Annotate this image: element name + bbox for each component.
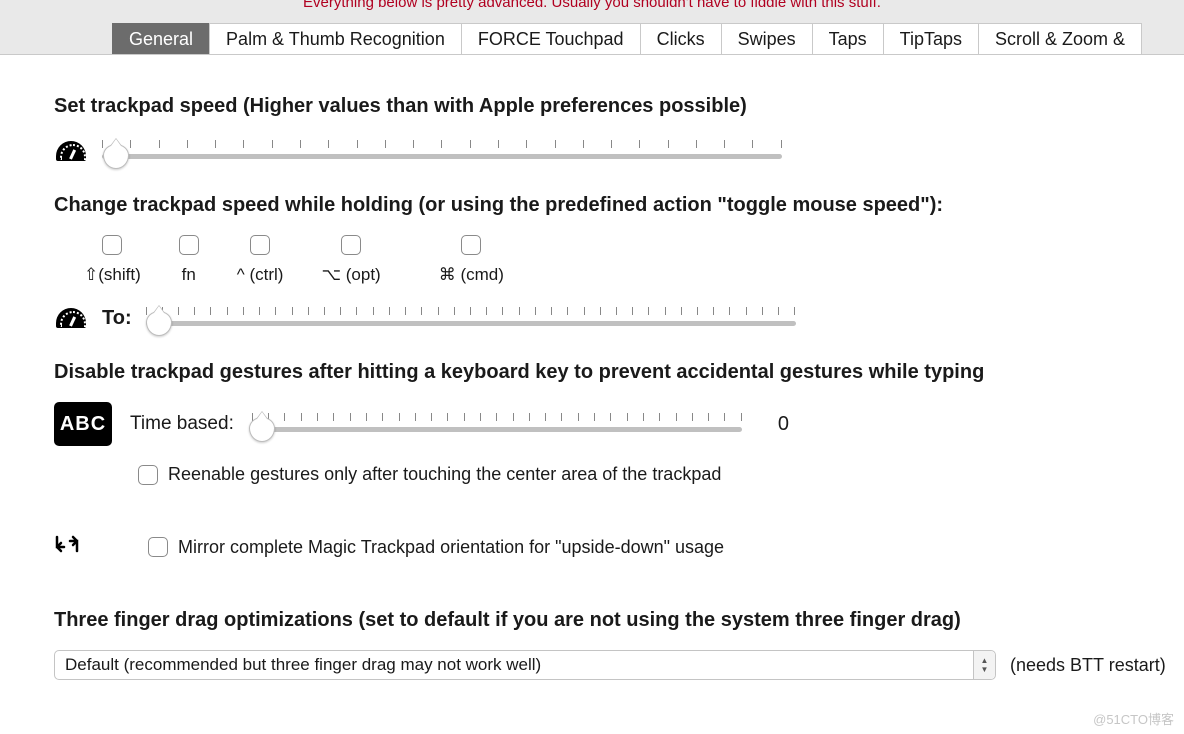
to-label: To: bbox=[102, 307, 132, 330]
modifier-cmd-label: ⌘ (cmd) bbox=[439, 265, 504, 285]
three-finger-select[interactable]: Default (recommended but three finger dr… bbox=[54, 650, 996, 680]
mirror-orientation-label: Mirror complete Magic Trackpad orientati… bbox=[178, 537, 724, 558]
modifier-fn-label: fn bbox=[182, 265, 196, 285]
tab-swipes[interactable]: Swipes bbox=[721, 23, 812, 54]
tab-scroll-zoom[interactable]: Scroll & Zoom & bbox=[978, 23, 1142, 54]
modifier-speed-heading: Change trackpad speed while holding (or … bbox=[54, 194, 1184, 217]
gauge-icon bbox=[54, 305, 88, 331]
gauge-icon bbox=[54, 138, 88, 164]
tab-tiptaps[interactable]: TipTaps bbox=[883, 23, 978, 54]
chevron-down-icon: ▼ bbox=[981, 666, 989, 674]
reenable-center-checkbox[interactable] bbox=[138, 465, 158, 485]
modifier-cmd-checkbox[interactable] bbox=[461, 235, 481, 255]
modifier-cmd: ⌘ (cmd) bbox=[439, 235, 504, 285]
modifier-ctrl-label: ^ (ctrl) bbox=[237, 265, 284, 285]
speed-slider[interactable] bbox=[102, 136, 782, 166]
three-finger-heading: Three finger drag optimizations (set to … bbox=[54, 609, 1184, 632]
tab-palm-thumb[interactable]: Palm & Thumb Recognition bbox=[209, 23, 461, 54]
reenable-center-label: Reenable gestures only after touching th… bbox=[168, 464, 721, 485]
chevron-up-icon: ▲ bbox=[981, 657, 989, 665]
modifier-shift-checkbox[interactable] bbox=[102, 235, 122, 255]
tab-general[interactable]: General bbox=[112, 23, 209, 54]
three-finger-selected-label: Default (recommended but three finger dr… bbox=[65, 655, 541, 675]
keyboard-abc-icon: ABC bbox=[54, 402, 112, 446]
modifier-fn-checkbox[interactable] bbox=[179, 235, 199, 255]
time-based-value: 0 bbox=[778, 413, 789, 436]
modifier-checkbox-group: ⇧(shift) fn ^ (ctrl) ⌥ (opt) ⌘ (cmd) bbox=[84, 235, 1184, 285]
mirror-orientation-checkbox[interactable] bbox=[148, 537, 168, 557]
time-based-slider[interactable] bbox=[252, 409, 742, 439]
disable-gestures-heading: Disable trackpad gestures after hitting … bbox=[54, 361, 1184, 384]
modifier-shift: ⇧(shift) bbox=[84, 235, 141, 285]
watermark-text: @51CTO博客 bbox=[1093, 709, 1174, 728]
speed-heading: Set trackpad speed (Higher values than w… bbox=[54, 95, 1184, 118]
modifier-opt: ⌥ (opt) bbox=[321, 235, 380, 285]
tab-taps[interactable]: Taps bbox=[812, 23, 883, 54]
time-based-label: Time based: bbox=[130, 413, 234, 435]
modifier-shift-label: ⇧(shift) bbox=[84, 265, 141, 285]
modifier-opt-label: ⌥ (opt) bbox=[321, 265, 380, 285]
modifier-speed-slider[interactable] bbox=[146, 303, 796, 333]
tab-force-touchpad[interactable]: FORCE Touchpad bbox=[461, 23, 640, 54]
settings-panel: Set trackpad speed (Higher values than w… bbox=[0, 54, 1184, 734]
tab-clicks[interactable]: Clicks bbox=[640, 23, 721, 54]
tabs-bar: General Palm & Thumb Recognition FORCE T… bbox=[112, 23, 1184, 54]
reenable-center-row: Reenable gestures only after touching th… bbox=[138, 464, 1184, 485]
modifier-ctrl-checkbox[interactable] bbox=[250, 235, 270, 255]
select-stepper-icon[interactable]: ▲ ▼ bbox=[973, 651, 995, 679]
advanced-warning-text: Everything below is pretty advanced. Usu… bbox=[0, 0, 1184, 11]
mirror-icon bbox=[54, 533, 84, 561]
modifier-opt-checkbox[interactable] bbox=[341, 235, 361, 255]
modifier-fn: fn bbox=[179, 235, 199, 285]
restart-note: (needs BTT restart) bbox=[1010, 655, 1166, 676]
modifier-ctrl: ^ (ctrl) bbox=[237, 235, 284, 285]
